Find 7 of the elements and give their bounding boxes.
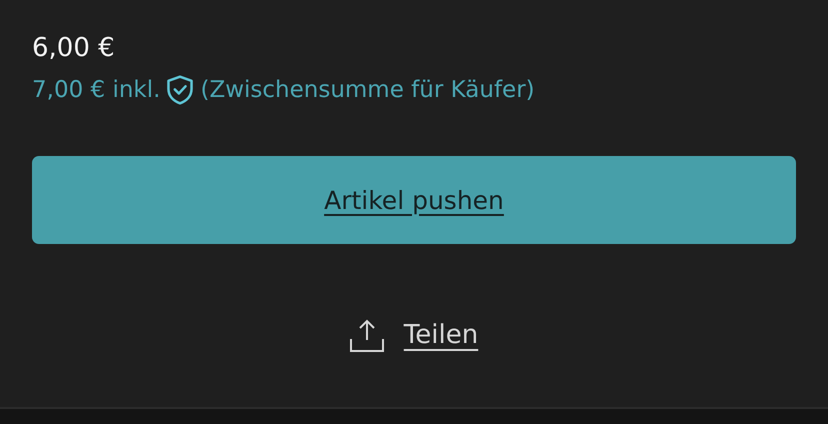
item-price: 6,00 € [32,32,116,65]
buyer-price: 7,00 € inkl. [32,76,160,105]
share-link[interactable]: Teilen [404,320,478,350]
push-item-button[interactable]: Artikel pushen [32,156,796,244]
buyer-price-note: (Zwischensumme für Käufer) [200,76,535,105]
shield-check-icon [166,75,194,105]
share-icon [350,318,384,352]
